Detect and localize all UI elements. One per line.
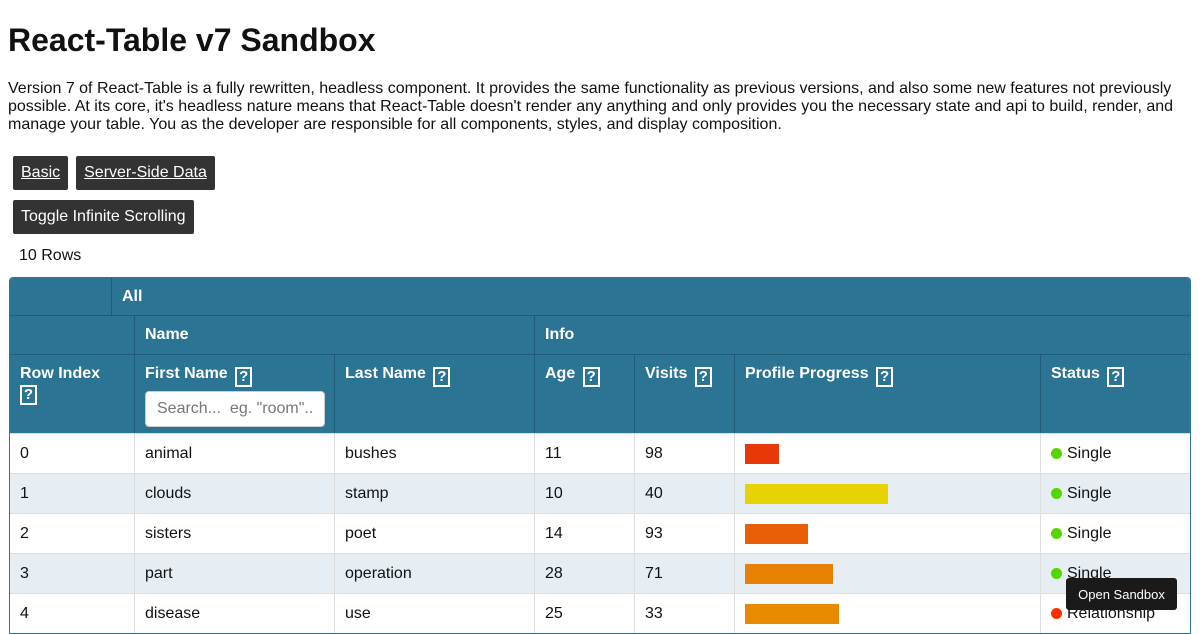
- table-header: All Name Info Row Index ? First Name ? L…: [10, 278, 1190, 433]
- progress-bar: [745, 443, 780, 464]
- cell-first-name: part: [135, 554, 335, 593]
- table-row: 0 animal bushes 11 98 Single: [10, 433, 1190, 473]
- progress-bar: [745, 563, 834, 584]
- help-icon[interactable]: ?: [235, 367, 253, 387]
- cell-age: 25: [535, 594, 635, 633]
- column-header-last-name[interactable]: Last Name ?: [335, 355, 535, 433]
- group-header-empty-2: [10, 316, 135, 354]
- cell-row-index: 3: [10, 554, 135, 593]
- intro-paragraph: Version 7 of React-Table is a fully rewr…: [8, 80, 1174, 133]
- cell-first-name: clouds: [135, 474, 335, 513]
- cell-visits: 93: [635, 514, 735, 553]
- cell-row-index: 4: [10, 594, 135, 633]
- cell-profile-progress: [735, 554, 1041, 593]
- cell-row-index: 2: [10, 514, 135, 553]
- nav-buttons: Basic Server-Side Data: [8, 156, 1192, 190]
- cell-profile-progress: [735, 514, 1041, 553]
- cell-last-name: bushes: [335, 434, 535, 473]
- cell-row-index: 0: [10, 434, 135, 473]
- table-body: 0 animal bushes 11 98 Single 1 clouds st…: [10, 433, 1190, 633]
- cell-status: Single: [1041, 434, 1190, 473]
- cell-age: 10: [535, 474, 635, 513]
- help-icon[interactable]: ?: [433, 367, 451, 387]
- column-header-status[interactable]: Status ?: [1041, 355, 1190, 433]
- column-header-age[interactable]: Age ?: [535, 355, 635, 433]
- cell-status: Single: [1041, 514, 1190, 553]
- server-side-data-button[interactable]: Server-Side Data: [76, 156, 215, 190]
- status-dot-icon: [1051, 528, 1062, 539]
- data-table: All Name Info Row Index ? First Name ? L…: [9, 277, 1191, 634]
- cell-visits: 40: [635, 474, 735, 513]
- table-row: 4 disease use 25 33 Relationship: [10, 593, 1190, 633]
- first-name-search-input[interactable]: [145, 391, 325, 427]
- row-count: 10 Rows: [19, 247, 82, 264]
- table-row: 2 sisters poet 14 93 Single: [10, 513, 1190, 553]
- cell-last-name: use: [335, 594, 535, 633]
- progress-bar: [745, 603, 840, 624]
- column-header-profile-progress[interactable]: Profile Progress ?: [735, 355, 1041, 433]
- cell-profile-progress: [735, 594, 1041, 633]
- group-header-info: Info: [545, 326, 575, 343]
- column-header-visits[interactable]: Visits ?: [635, 355, 735, 433]
- column-header-row-index[interactable]: Row Index ?: [10, 355, 135, 433]
- help-icon[interactable]: ?: [1107, 367, 1125, 387]
- cell-age: 14: [535, 514, 635, 553]
- help-icon[interactable]: ?: [694, 367, 712, 387]
- cell-profile-progress: [735, 474, 1041, 513]
- toggle-infinite-scrolling-button[interactable]: Toggle Infinite Scrolling: [13, 200, 194, 234]
- cell-profile-progress: [735, 434, 1041, 473]
- status-dot-icon: [1051, 448, 1062, 459]
- open-sandbox-tooltip[interactable]: Open Sandbox: [1066, 578, 1177, 610]
- status-dot-icon: [1051, 488, 1062, 499]
- page-title: React-Table v7 Sandbox: [8, 22, 376, 58]
- cell-visits: 71: [635, 554, 735, 593]
- help-icon[interactable]: ?: [20, 385, 37, 405]
- cell-first-name: sisters: [135, 514, 335, 553]
- group-header-empty: [10, 278, 112, 315]
- basic-button[interactable]: Basic: [13, 156, 69, 190]
- cell-visits: 98: [635, 434, 735, 473]
- cell-status: Single: [1041, 474, 1190, 513]
- cell-last-name: operation: [335, 554, 535, 593]
- cell-last-name: poet: [335, 514, 535, 553]
- status-dot-icon: [1051, 608, 1062, 619]
- table-row: 1 clouds stamp 10 40 Single: [10, 473, 1190, 513]
- progress-bar: [745, 523, 808, 544]
- column-header-first-name[interactable]: First Name ?: [135, 355, 335, 433]
- cell-visits: 33: [635, 594, 735, 633]
- help-icon[interactable]: ?: [582, 367, 600, 387]
- cell-first-name: animal: [135, 434, 335, 473]
- table-row: 3 part operation 28 71 Single: [10, 553, 1190, 593]
- status-dot-icon: [1051, 568, 1062, 579]
- group-header-all: All: [122, 288, 143, 305]
- cell-last-name: stamp: [335, 474, 535, 513]
- cell-age: 11: [535, 434, 635, 473]
- help-icon[interactable]: ?: [876, 367, 894, 387]
- cell-row-index: 1: [10, 474, 135, 513]
- progress-bar: [745, 483, 888, 504]
- group-header-name: Name: [135, 316, 535, 354]
- cell-first-name: disease: [135, 594, 335, 633]
- cell-age: 28: [535, 554, 635, 593]
